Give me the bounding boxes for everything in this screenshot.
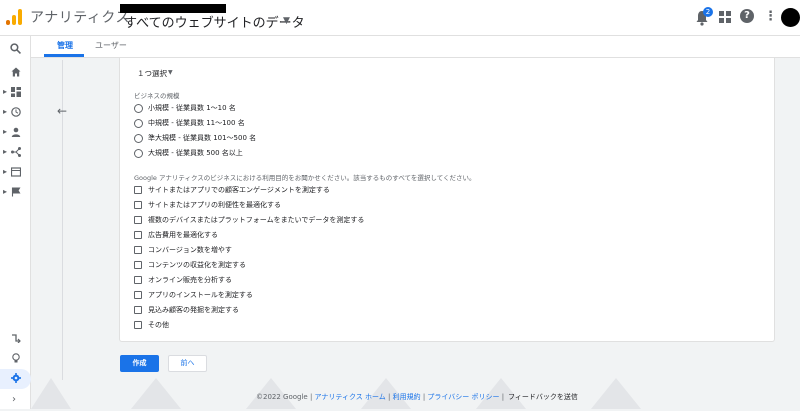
home-icon [11, 67, 21, 77]
caret-down-icon[interactable]: ▼ [283, 16, 290, 26]
purpose-option-label: コンテンツの収益化を測定する [148, 261, 246, 269]
checkbox[interactable] [134, 306, 142, 314]
realtime-nav-item[interactable]: ▸ [0, 103, 31, 123]
conversions-nav-item[interactable]: ▸ [0, 183, 31, 203]
size-option-label: 中規模 - 従業員数 11〜100 名 [148, 119, 245, 127]
top-bar: アナリティクス すべてのウェブサイトのデータ ▼ 2 ? ⋮ [0, 0, 800, 36]
create-button[interactable]: 作成 [120, 355, 159, 372]
checkbox[interactable] [134, 216, 142, 224]
search-icon [10, 43, 21, 54]
home-nav-item[interactable] [0, 63, 31, 83]
radio-button[interactable] [134, 149, 143, 158]
chevron-right-icon: ▸ [3, 127, 8, 136]
acquisition-nav-item[interactable]: ▸ [0, 143, 31, 163]
checkbox[interactable] [134, 246, 142, 254]
purpose-label: Google アナリティクスのビジネスにおける利用目的をお聞かせください。該当す… [134, 174, 476, 182]
chevron-right-icon: ▸ [3, 147, 8, 156]
checkbox[interactable] [134, 321, 142, 329]
flag-icon [11, 187, 21, 197]
send-feedback-link[interactable]: フィードバックを送信 [508, 392, 578, 402]
apps-grid-icon[interactable] [719, 11, 731, 23]
left-nav-rail: ▸ ▸ ▸ ▸ ▸ ▸ › [0, 36, 31, 409]
chevron-right-icon: ▸ [3, 87, 8, 96]
copyright-text: ©2022 Google [256, 393, 308, 401]
clock-icon [11, 107, 21, 117]
search-nav-item[interactable] [0, 40, 31, 60]
business-size-label: ビジネスの規模 [134, 92, 180, 100]
discover-nav-item[interactable] [0, 349, 31, 369]
admin-nav-item[interactable] [0, 369, 31, 389]
attribution-icon [12, 334, 21, 343]
chevron-right-icon: ▸ [3, 167, 8, 176]
purpose-option-label: サイトまたはアプリの利便性を最適化する [148, 201, 281, 209]
caret-down-icon[interactable]: ▼ [168, 69, 173, 76]
analytics-logo-icon[interactable] [6, 9, 22, 25]
account-avatar[interactable] [781, 8, 800, 27]
privacy-link[interactable]: プライバシー ポリシー [427, 393, 499, 401]
view-selector[interactable]: すべてのウェブサイトのデータ [124, 12, 305, 31]
radio-button[interactable] [134, 119, 143, 128]
category-select[interactable]: １つ選択 [137, 68, 167, 79]
checkbox[interactable] [134, 276, 142, 284]
purpose-option-label: オンライン販売を分析する [148, 276, 232, 284]
dashboard-icon [11, 87, 21, 97]
expand-nav-item[interactable]: › [0, 391, 31, 411]
tab-admin[interactable]: 管理 [57, 40, 73, 51]
acquisition-icon [11, 147, 21, 157]
back-arrow-icon[interactable]: ← [55, 104, 69, 118]
size-option-label: 小規模 - 従業員数 1〜10 名 [148, 104, 236, 112]
gear-icon [11, 373, 21, 383]
checkbox[interactable] [134, 231, 142, 239]
person-icon [11, 127, 21, 137]
behavior-icon [11, 167, 21, 177]
checkbox[interactable] [134, 261, 142, 269]
checkbox[interactable] [134, 201, 142, 209]
behavior-nav-item[interactable]: ▸ [0, 163, 31, 183]
purpose-option-label: アプリのインストールを測定する [148, 291, 253, 299]
purpose-option-label: 複数のデバイスまたはプラットフォームをまたいでデータを測定する [148, 216, 365, 224]
notification-badge: 2 [703, 7, 713, 17]
previous-button[interactable]: 前へ [168, 355, 207, 372]
radio-button[interactable] [134, 104, 143, 113]
attribution-nav-item[interactable] [0, 329, 31, 349]
footer: ©2022 Google | アナリティクス ホーム | 利用規約 | プライバ… [256, 393, 505, 401]
tab-user[interactable]: ユーザー [95, 40, 127, 51]
chevron-right-icon: › [12, 394, 16, 405]
purpose-option-label: サイトまたはアプリでの顧客エンゲージメントを測定する [148, 186, 330, 194]
terms-link[interactable]: 利用規約 [393, 393, 421, 401]
chevron-right-icon: ▸ [3, 107, 8, 116]
size-option-label: 準大規模 - 従業員数 101〜500 名 [148, 134, 257, 142]
audience-nav-item[interactable]: ▸ [0, 123, 31, 143]
purpose-option-label: 見込み顧客の発掘を測定する [148, 306, 239, 314]
purpose-option-label: その他 [148, 321, 169, 329]
chevron-right-icon: ▸ [3, 187, 8, 196]
checkbox[interactable] [134, 186, 142, 194]
checkbox[interactable] [134, 291, 142, 299]
active-tab-indicator [44, 54, 84, 57]
analytics-home-link[interactable]: アナリティクス ホーム [315, 393, 386, 401]
customization-nav-item[interactable]: ▸ [0, 83, 31, 103]
lightbulb-icon [12, 353, 20, 363]
help-icon[interactable]: ? [740, 9, 754, 23]
radio-button[interactable] [134, 134, 143, 143]
purpose-option-label: 広告費用を最適化する [148, 231, 218, 239]
admin-tabs: 管理 ユーザー [31, 36, 800, 58]
app-title: アナリティクス [30, 10, 130, 26]
size-option-label: 大規模 - 従業員数 500 名以上 [148, 149, 243, 157]
more-vert-icon[interactable]: ⋮ [764, 9, 777, 25]
purpose-option-label: コンバージョン数を増やす [148, 246, 232, 254]
account-setup-card: １つ選択 ▼ ビジネスの規模 小規模 - 従業員数 1〜10 名 中規模 - 従… [119, 58, 775, 342]
